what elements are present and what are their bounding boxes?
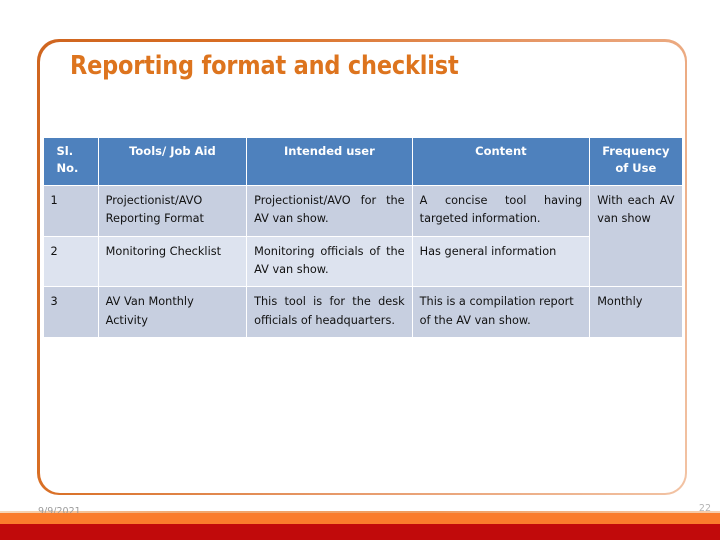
- footer-red-bar: [0, 524, 720, 540]
- column-header-sl-no-line1: Sl.: [56, 143, 74, 158]
- cell-tools: Monitoring Checklist: [97, 235, 248, 288]
- slide-content-frame-inner: Reporting format and checklist Sl. No. T…: [39, 41, 685, 493]
- column-header-frequency-line1: Frequency: [602, 143, 670, 158]
- cell-frequency: Monthly: [589, 286, 683, 338]
- cell-sl-no: 2: [42, 235, 99, 288]
- cell-sl-no: 3: [42, 286, 99, 338]
- column-header-tools: Tools/ Job Aid: [97, 136, 248, 187]
- cell-intended-user: Projectionist/AVO for the AV van show.: [246, 185, 413, 237]
- reporting-tools-table: Sl. No. Tools/ Job Aid Intended user Con…: [42, 136, 683, 338]
- slide-content-frame: Reporting format and checklist Sl. No. T…: [37, 39, 687, 495]
- table-header-row: Sl. No. Tools/ Job Aid Intended user Con…: [42, 136, 683, 187]
- column-header-sl-no: Sl. No.: [42, 136, 99, 187]
- cell-content: A concise tool having targeted informati…: [411, 185, 591, 237]
- column-header-intended-user: Intended user: [246, 136, 413, 187]
- cell-frequency: With each AV van show: [589, 185, 683, 288]
- cell-content: Has general information: [411, 235, 591, 288]
- table-row: 1 Projectionist/AVO Reporting Format Pro…: [42, 185, 683, 288]
- cell-content: This is a compilation report of the AV v…: [411, 286, 591, 338]
- table-row: 3 AV Van Monthly Activity This tool is f…: [42, 286, 683, 338]
- cell-intended-user: This tool is for the desk officials of h…: [246, 286, 413, 338]
- presentation-slide: Reporting format and checklist Sl. No. T…: [0, 0, 720, 540]
- cell-tools: Projectionist/AVO Reporting Format: [97, 185, 248, 237]
- column-header-sl-no-line2: No.: [56, 161, 79, 176]
- table-row: 2 Monitoring Checklist Monitoring offici…: [42, 235, 682, 288]
- cell-sl-no: 1: [42, 185, 99, 237]
- column-header-frequency: Frequency of Use: [589, 136, 683, 187]
- cell-intended-user: Monitoring officials of the AV van show.: [246, 235, 413, 288]
- cell-tools: AV Van Monthly Activity: [97, 286, 248, 338]
- footer-orange-bar: [0, 513, 720, 524]
- page-title: Reporting format and checklist: [69, 50, 459, 81]
- column-header-frequency-line2: of Use: [615, 161, 657, 176]
- column-header-content: Content: [411, 136, 591, 187]
